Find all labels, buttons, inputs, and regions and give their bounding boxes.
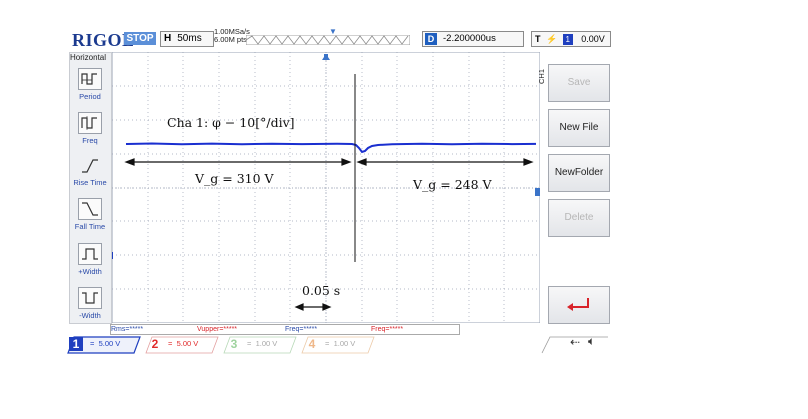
measure-pos-width-label: +Width (78, 267, 102, 276)
delay-value: -2.200000us (443, 33, 496, 44)
measure-freq-label: Freq (82, 136, 98, 145)
timebase-value: 50ms (177, 33, 202, 44)
channel-4-scale[interactable]: = 1.00 V (325, 339, 355, 348)
channel-1-scale[interactable]: = 5.00 V (90, 339, 120, 348)
new-folder-button[interactable]: NewFolder (548, 154, 610, 192)
usb-icon: ⇠ (570, 335, 581, 349)
channel-4-scale-value: 1.00 V (333, 339, 356, 348)
period-icon (78, 68, 102, 90)
timebase-label: H (164, 33, 172, 44)
measure-rise-time[interactable]: Rise Time (69, 156, 111, 187)
channel-2-badge[interactable]: 2 (148, 337, 162, 351)
trigger-position-icon: ▼ (329, 27, 337, 36)
channel-3-scale-value: 1.00 V (255, 339, 278, 348)
return-arrow-icon (567, 298, 589, 311)
channel-2-scale[interactable]: = 5.00 V (168, 339, 198, 348)
fall-time-icon (78, 198, 102, 220)
measure-rise-time-label: Rise Time (73, 178, 107, 187)
measure-fall-time[interactable]: Fall Time (69, 198, 111, 231)
measure-neg-width[interactable]: -Width (69, 287, 111, 320)
negative-width-icon (78, 287, 102, 309)
channel-1-scale-value: 5.00 V (98, 339, 121, 348)
save-button[interactable]: Save (548, 64, 610, 102)
time-span-label: 0.05 s (302, 283, 341, 298)
return-button[interactable] (548, 286, 610, 324)
channel-note: Cha 1: φ − 10[°/div] (167, 115, 295, 130)
new-file-button[interactable]: New File (548, 109, 610, 147)
trigger-level: 0.00V (581, 34, 605, 44)
trigger-edge-icon: ⚡ (546, 34, 558, 44)
memory-track (246, 35, 410, 45)
trigger-status[interactable]: T ⚡ 1 0.00V (531, 31, 611, 47)
rise-time-icon (79, 156, 101, 176)
channel-1-badge[interactable]: 1 (69, 337, 83, 351)
horizontal-delay[interactable]: D -2.200000us (422, 31, 524, 47)
measure-neg-width-label: -Width (79, 311, 101, 320)
memory-depth: 6.00M pts (214, 35, 247, 44)
trigger-label: T (535, 34, 541, 44)
panel-title: Horizontal (70, 53, 107, 62)
ch-tab-label: CH1 (537, 68, 546, 84)
speaker-mute-icon: 🔈︎ (588, 334, 596, 348)
channel-3-scale[interactable]: = 1.00 V (247, 339, 277, 348)
sample-info: 1.00MSa/s 6.00M pts (214, 28, 250, 44)
channel-1-ground-marker (112, 252, 113, 259)
vg-left-label: V_g = 310 V (195, 171, 274, 186)
horizontal-timebase[interactable]: H 50ms (160, 31, 214, 47)
measure-period-label: Period (79, 92, 101, 101)
channel-2-scale-value: 5.00 V (176, 339, 199, 348)
run-stop-status[interactable]: STOP (124, 32, 156, 45)
channel-3-badge[interactable]: 3 (227, 337, 241, 351)
delay-label: D (425, 33, 437, 45)
frequency-icon (78, 112, 102, 134)
measure-freq[interactable]: Freq (69, 112, 111, 145)
positive-width-icon (78, 243, 102, 265)
trigger-source-badge: 1 (562, 34, 573, 45)
delete-button[interactable]: Delete (548, 199, 610, 237)
vg-right-label: V_g = 248 V (413, 177, 492, 192)
trigger-level-marker (535, 188, 540, 196)
measure-period[interactable]: Period (69, 68, 111, 101)
measure-fall-time-label: Fall Time (74, 222, 106, 231)
measure-pos-width[interactable]: +Width (69, 243, 111, 276)
channel-4-badge[interactable]: 4 (305, 337, 319, 351)
